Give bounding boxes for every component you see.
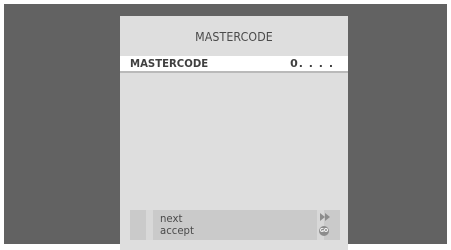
mastercode-field-label: MASTERCODE — [130, 57, 209, 70]
mastercode-field[interactable]: MASTERCODE 0. . . . — [120, 56, 348, 73]
guide-accept-label: accept — [160, 224, 194, 237]
mastercode-field-value[interactable]: 0. . . . — [290, 56, 334, 71]
button-guide: next accept GO — [130, 210, 340, 240]
menu-title: MASTERCODE — [195, 30, 273, 44]
fast-forward-icon — [320, 213, 330, 221]
mastercode-menu: MASTERCODE MASTERCODE 0. . . . next acce… — [120, 16, 348, 250]
guide-divider — [146, 210, 153, 240]
tv-screen: MASTERCODE MASTERCODE 0. . . . next acce… — [4, 4, 447, 250]
go-button-icon: GO — [319, 226, 329, 236]
